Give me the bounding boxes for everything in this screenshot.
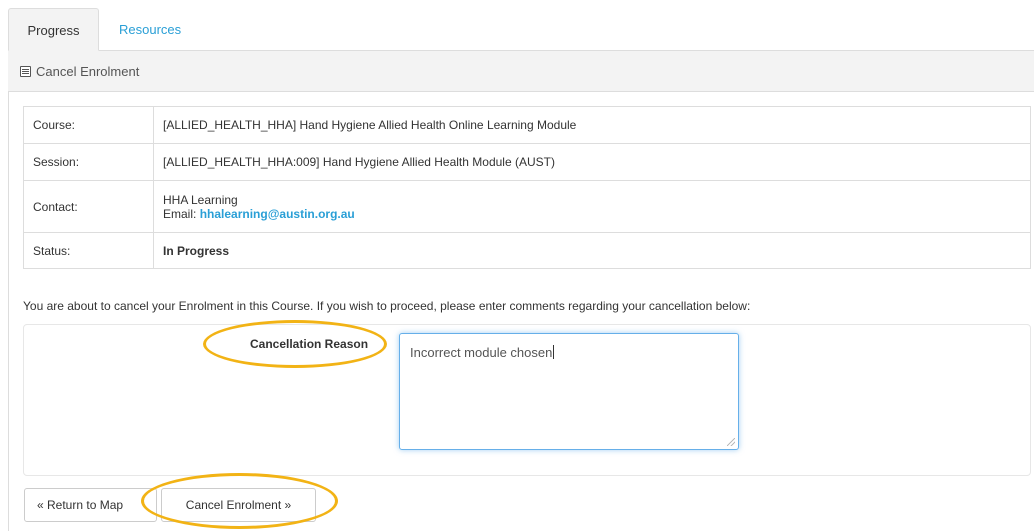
panel-header: Cancel Enrolment [8, 51, 1034, 92]
enrolment-details-table: Course: [ALLIED_HEALTH_HHA] Hand Hygiene… [23, 106, 1031, 269]
contact-name: HHA Learning [163, 192, 238, 207]
email-link[interactable]: hhalearning@austin.org.au [200, 207, 355, 221]
panel-title: Cancel Enrolment [36, 64, 140, 79]
email-prefix: Email: [163, 206, 197, 221]
session-value: [ALLIED_HEALTH_HHA:009] Hand Hygiene All… [153, 143, 1031, 181]
contact-label: Contact: [23, 180, 154, 233]
table-row: Course: [ALLIED_HEALTH_HHA] Hand Hygiene… [23, 106, 1031, 144]
table-row: Session: [ALLIED_HEALTH_HHA:009] Hand Hy… [23, 143, 1031, 181]
table-row: Contact: HHA Learning Email: hhalearning… [23, 180, 1031, 233]
course-value: [ALLIED_HEALTH_HHA] Hand Hygiene Allied … [153, 106, 1031, 144]
text-caret [553, 345, 555, 359]
cancel-enrolment-button[interactable]: Cancel Enrolment » [161, 488, 316, 522]
session-label: Session: [23, 143, 154, 181]
table-row: Status: In Progress [23, 232, 1031, 269]
contact-email-line: Email: hhalearning@austin.org.au [163, 207, 1021, 221]
cancellation-reason-label: Cancellation Reason [250, 337, 369, 351]
cancel-notice: You are about to cancel your Enrolment i… [23, 299, 751, 313]
tab-bar: Progress Resources [8, 8, 1034, 51]
status-value: In Progress [153, 232, 1031, 269]
cancellation-reason-textarea[interactable]: Incorrect module chosen [399, 333, 739, 450]
contact-value: HHA Learning Email: hhalearning@austin.o… [153, 180, 1031, 233]
course-label: Course: [23, 106, 154, 144]
reason-text: Incorrect module chosen [410, 345, 553, 360]
tab-progress[interactable]: Progress [8, 8, 99, 51]
return-to-map-button[interactable]: « Return to Map [24, 488, 157, 522]
form-icon [20, 66, 31, 77]
tab-resources[interactable]: Resources [105, 8, 195, 51]
status-label: Status: [23, 232, 154, 269]
resize-handle-icon[interactable] [727, 438, 735, 446]
